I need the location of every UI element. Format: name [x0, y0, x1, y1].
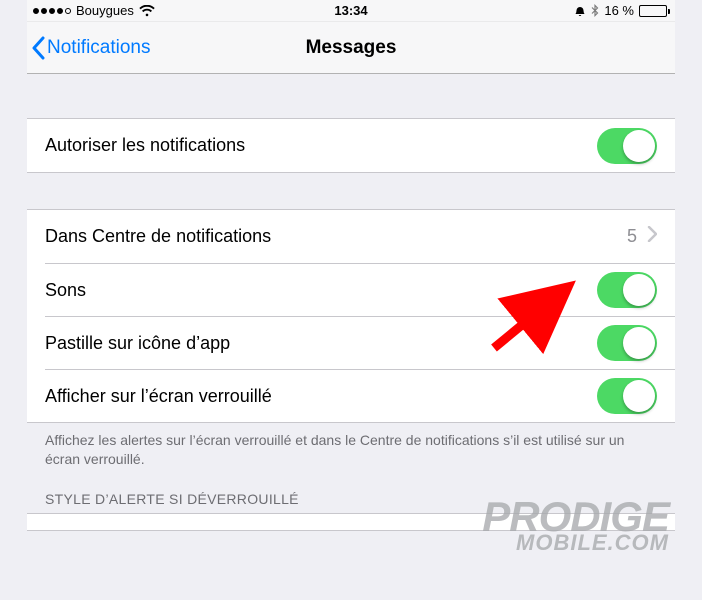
row-label: Pastille sur icône d’app — [45, 333, 230, 354]
group-allow: Autoriser les notifications — [27, 118, 675, 173]
chevron-right-icon — [647, 226, 657, 247]
row-badge: Pastille sur icône d’app — [45, 316, 675, 369]
toggle-badge[interactable] — [597, 325, 657, 361]
bluetooth-icon — [591, 4, 599, 17]
toggle-lock-screen[interactable] — [597, 378, 657, 414]
row-label: Dans Centre de notifications — [45, 226, 271, 247]
row-label: Sons — [45, 280, 86, 301]
watermark-line2: MOBILE.COM — [482, 534, 669, 552]
back-label: Notifications — [47, 37, 151, 59]
notification-center-value: 5 — [627, 226, 637, 247]
row-lock-screen: Afficher sur l’écran verrouillé — [45, 369, 675, 422]
section-header-alert-style: STYLE D’ALERTE SI DÉVERROUILLÉ — [27, 469, 675, 513]
chevron-left-icon — [31, 36, 45, 60]
signal-strength-icon — [33, 8, 71, 14]
toggle-allow-notifications[interactable] — [597, 128, 657, 164]
page-title: Messages — [306, 37, 397, 59]
status-time: 13:34 — [334, 3, 367, 18]
group-options: Dans Centre de notifications 5 Sons Past… — [27, 209, 675, 423]
toggle-sounds[interactable] — [597, 272, 657, 308]
nav-bar: Notifications Messages — [27, 22, 675, 74]
battery-percent: 16 % — [604, 3, 634, 18]
footer-note: Affichez les alertes sur l’écran verroui… — [27, 423, 675, 469]
alarm-icon — [574, 5, 586, 17]
battery-icon — [639, 5, 667, 17]
wifi-icon — [139, 5, 155, 17]
row-sounds: Sons — [45, 263, 675, 316]
row-label: Autoriser les notifications — [45, 135, 245, 156]
carrier-label: Bouygues — [76, 3, 134, 18]
row-label: Afficher sur l’écran verrouillé — [45, 386, 272, 407]
row-allow-notifications: Autoriser les notifications — [27, 119, 675, 172]
group-alert-style — [27, 513, 675, 531]
back-button[interactable]: Notifications — [31, 22, 151, 73]
status-bar: Bouygues 13:34 16 % — [27, 0, 675, 22]
row-notification-center[interactable]: Dans Centre de notifications 5 — [27, 210, 675, 263]
